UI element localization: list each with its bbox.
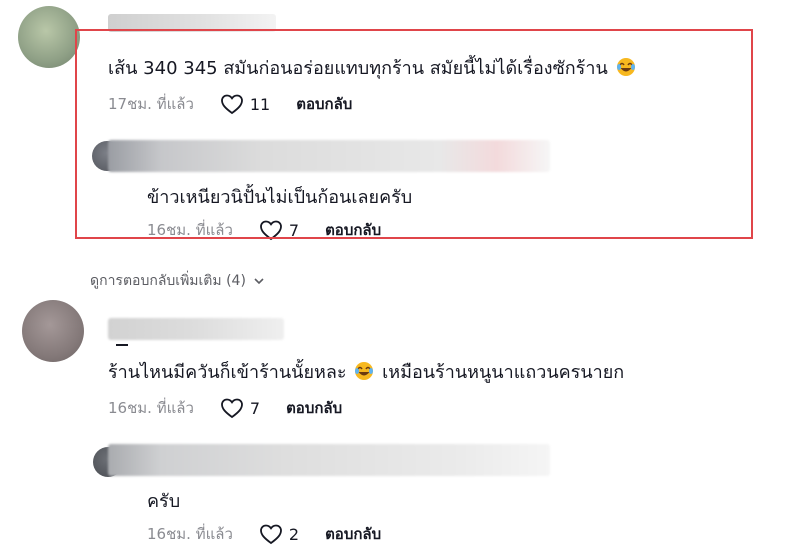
chevron-down-icon [254,278,264,285]
view-more-replies[interactable]: ดูการตอบกลับเพิ่มเติม (4) [90,270,265,292]
heart-icon [259,524,282,545]
comment-meta: 16ชม. ที่แล้ว 2 ตอบกลับ [147,522,381,546]
username-underscore [116,344,128,346]
comment-meta: 16ชม. ที่แล้ว 7 ตอบกลับ [108,396,342,420]
like-button[interactable]: 2 [259,523,325,545]
comment-time: 16ชม. ที่แล้ว [147,525,233,543]
blurred-username[interactable] [108,318,284,340]
reply-button[interactable]: ตอบกลับ [286,396,342,420]
avatar[interactable] [22,300,84,362]
laughing-tears-emoji [355,362,374,380]
blurred-username[interactable] [108,444,550,476]
like-count: 2 [288,524,300,544]
like-button[interactable]: 7 [220,397,286,419]
highlight-box [75,29,753,239]
reply-button[interactable]: ตอบกลับ [325,522,381,546]
view-more-replies-label: ดูการตอบกลับเพิ่มเติม (4) [90,273,246,289]
comment-text: ครับ [147,491,181,512]
comment-time: 16ชม. ที่แล้ว [108,399,194,417]
heart-icon [220,398,243,419]
comment-text: ร้านไหนมีควันก็เข้าร้านนั้ยหละ เหมือนร้า… [108,362,625,383]
like-count: 7 [249,398,261,418]
avatar[interactable] [18,6,80,68]
